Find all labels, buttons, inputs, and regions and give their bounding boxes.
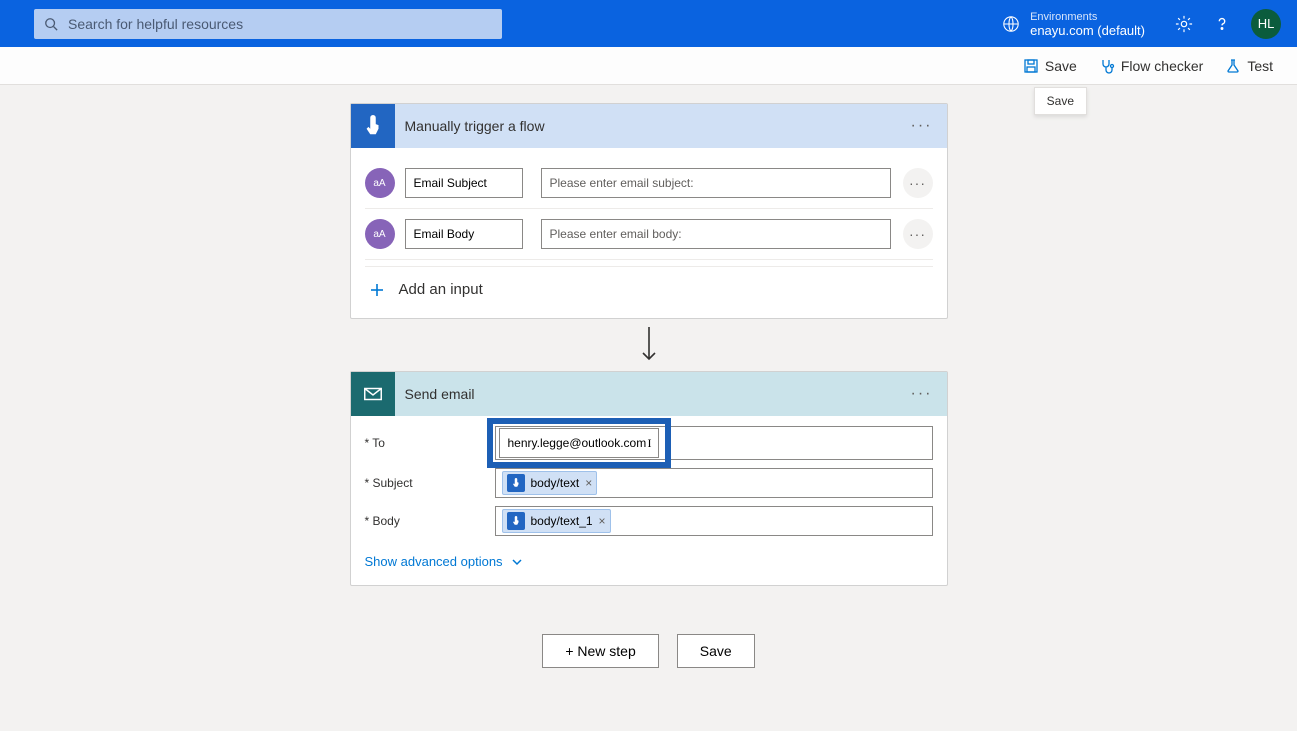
action-title: Send email bbox=[395, 386, 911, 402]
token-remove[interactable]: × bbox=[599, 514, 606, 528]
trigger-body: aA Email Subject Please enter email subj… bbox=[351, 148, 947, 318]
dynamic-token[interactable]: body/text_1 × bbox=[502, 509, 611, 533]
chevron-down-icon bbox=[511, 556, 523, 568]
input-label[interactable]: Email Body bbox=[405, 219, 523, 249]
touch-icon bbox=[362, 115, 384, 137]
help-icon bbox=[1213, 15, 1231, 33]
text-cursor: I bbox=[648, 436, 652, 451]
to-row: * To henry.legge@outlook.com I bbox=[365, 426, 933, 460]
body-row: * Body body/text_1 × bbox=[365, 506, 933, 536]
token-remove[interactable]: × bbox=[585, 476, 592, 490]
action-toolbar: Save Flow checker Test Save bbox=[0, 47, 1297, 85]
action-body: * To henry.legge@outlook.com I * Subject bbox=[351, 416, 947, 585]
input-label[interactable]: Email Subject bbox=[405, 168, 523, 198]
input-placeholder[interactable]: Please enter email body: bbox=[541, 219, 891, 249]
trigger-card: Manually trigger a flow ··· aA Email Sub… bbox=[350, 103, 948, 319]
environment-picker[interactable]: Environments enayu.com (default) bbox=[1002, 10, 1145, 38]
flask-icon bbox=[1225, 58, 1241, 74]
search-input[interactable]: Search for helpful resources bbox=[34, 9, 502, 39]
text-type-badge: aA bbox=[365, 219, 395, 249]
dynamic-token[interactable]: body/text × bbox=[502, 471, 598, 495]
subject-label: * Subject bbox=[365, 476, 495, 490]
subject-row: * Subject body/text × bbox=[365, 468, 933, 498]
mail-icon bbox=[362, 383, 384, 405]
trigger-icon bbox=[351, 104, 395, 148]
subject-field[interactable]: body/text × bbox=[495, 468, 933, 498]
input-row-menu[interactable]: ··· bbox=[903, 219, 933, 249]
text-type-badge: aA bbox=[365, 168, 395, 198]
body-label: * Body bbox=[365, 514, 495, 528]
input-row: aA Email Body Please enter email body: ·… bbox=[365, 209, 933, 260]
new-step-button[interactable]: + New step bbox=[542, 634, 658, 668]
environment-name: enayu.com (default) bbox=[1030, 24, 1145, 38]
to-highlight-box: henry.legge@outlook.com I bbox=[487, 418, 671, 468]
plus-icon bbox=[369, 282, 385, 298]
to-label: * To bbox=[365, 436, 495, 450]
gear-icon bbox=[1175, 15, 1193, 33]
save-icon bbox=[1023, 58, 1039, 74]
user-avatar[interactable]: HL bbox=[1251, 9, 1281, 39]
globe-icon bbox=[1002, 15, 1020, 33]
action-menu[interactable]: ··· bbox=[911, 385, 933, 403]
input-row-menu[interactable]: ··· bbox=[903, 168, 933, 198]
test-button[interactable]: Test bbox=[1225, 58, 1273, 74]
flow-canvas: Manually trigger a flow ··· aA Email Sub… bbox=[0, 85, 1297, 668]
action-card: Send email ··· * To henry.legge@outlook.… bbox=[350, 371, 948, 586]
stethoscope-icon bbox=[1099, 58, 1115, 74]
settings-button[interactable] bbox=[1175, 15, 1193, 33]
connector-arrow[interactable] bbox=[0, 319, 1297, 371]
top-header: Search for helpful resources Environment… bbox=[0, 0, 1297, 47]
save-flow-button[interactable]: Save bbox=[677, 634, 755, 668]
advanced-options-toggle[interactable]: Show advanced options bbox=[365, 544, 933, 575]
save-button[interactable]: Save bbox=[1023, 58, 1077, 74]
search-icon bbox=[44, 17, 58, 31]
flow-checker-button[interactable]: Flow checker bbox=[1099, 58, 1203, 74]
bottom-actions: + New step Save bbox=[0, 634, 1297, 668]
touch-icon bbox=[507, 474, 525, 492]
action-header[interactable]: Send email ··· bbox=[351, 372, 947, 416]
to-field[interactable]: henry.legge@outlook.com I bbox=[499, 428, 659, 458]
trigger-title: Manually trigger a flow bbox=[395, 118, 911, 134]
arrow-down-icon bbox=[639, 325, 659, 365]
touch-icon bbox=[507, 512, 525, 530]
search-placeholder: Search for helpful resources bbox=[68, 16, 243, 32]
action-icon bbox=[351, 372, 395, 416]
body-field[interactable]: body/text_1 × bbox=[495, 506, 933, 536]
trigger-menu[interactable]: ··· bbox=[911, 117, 933, 135]
input-placeholder[interactable]: Please enter email subject: bbox=[541, 168, 891, 198]
trigger-header[interactable]: Manually trigger a flow ··· bbox=[351, 104, 947, 148]
help-button[interactable] bbox=[1213, 15, 1231, 33]
add-input-button[interactable]: Add an input bbox=[365, 266, 933, 308]
input-row: aA Email Subject Please enter email subj… bbox=[365, 158, 933, 209]
environments-label: Environments bbox=[1030, 10, 1145, 24]
